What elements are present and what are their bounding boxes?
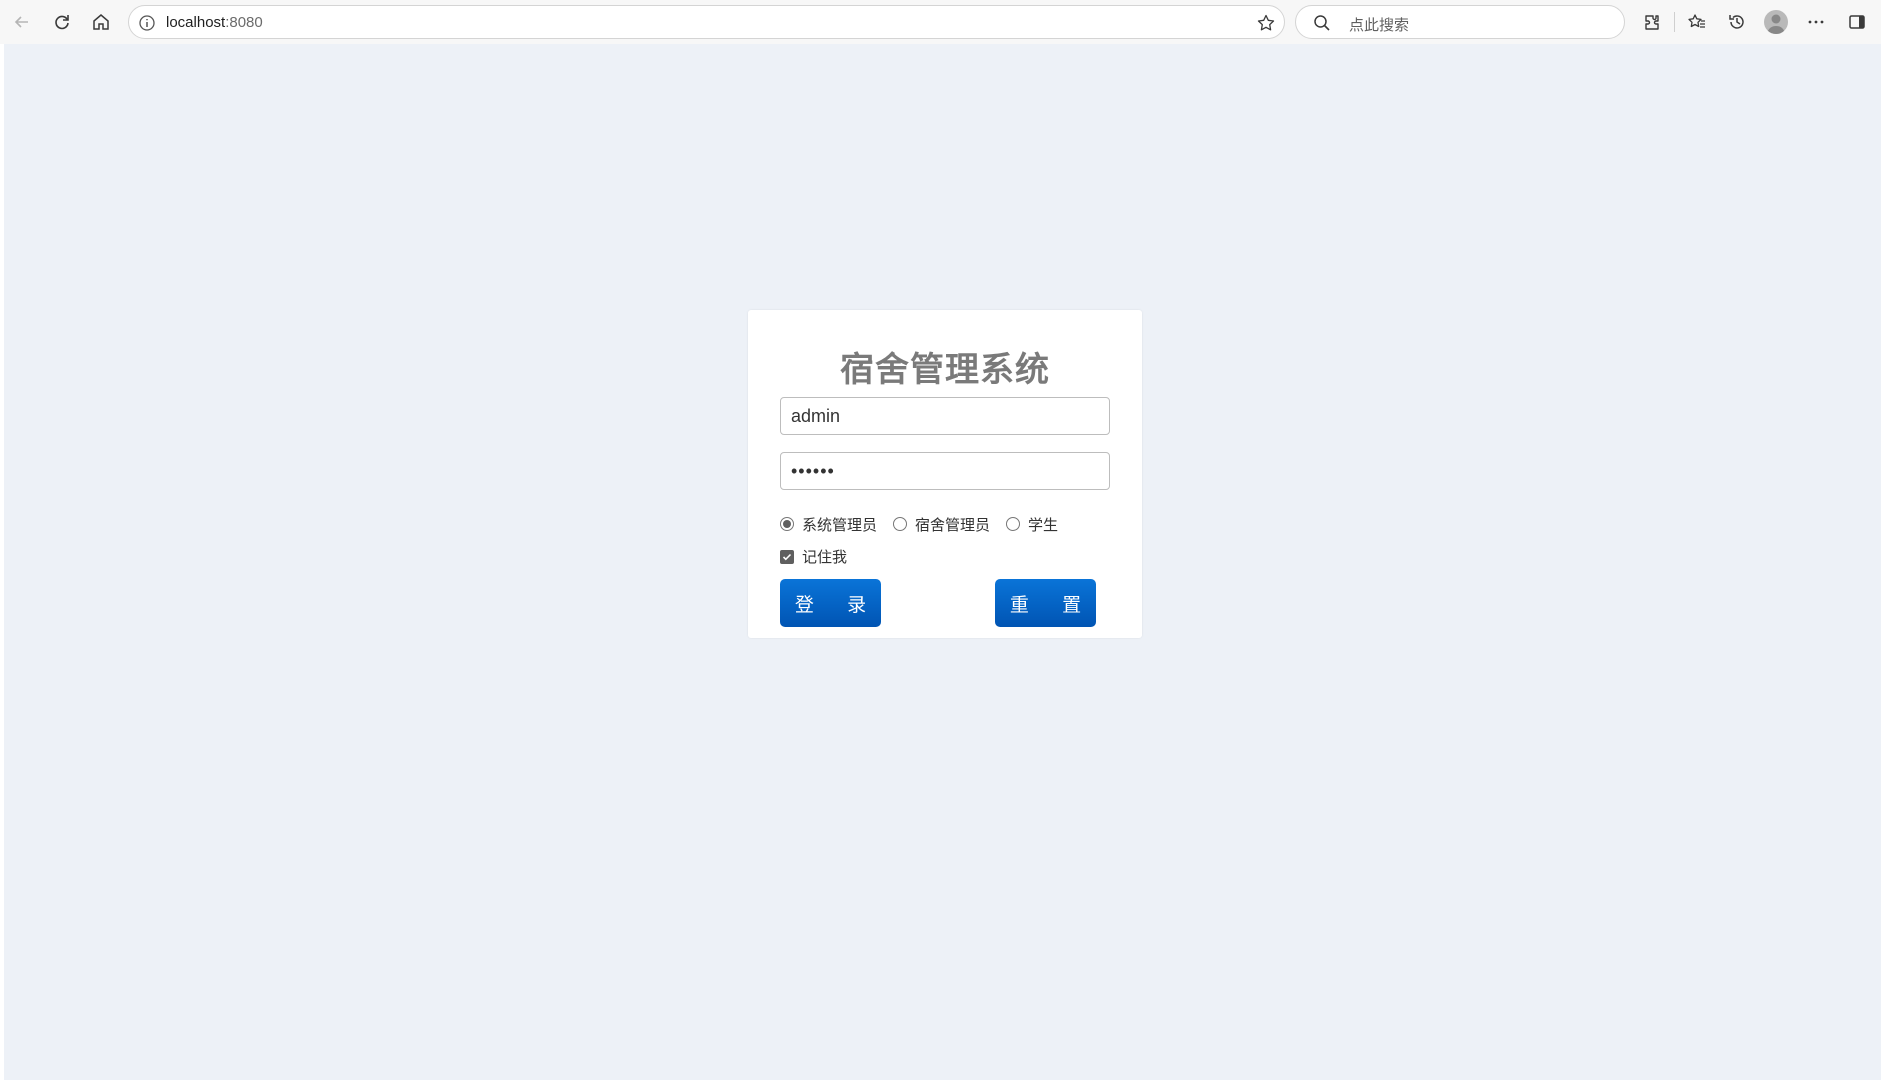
search-placeholder: 点此搜索 (1349, 16, 1410, 34)
remember-me[interactable]: 记住我 (780, 546, 847, 567)
radio-button[interactable] (1006, 517, 1021, 531)
sidebar-toggle-icon[interactable] (1843, 8, 1871, 36)
home-icon[interactable] (87, 8, 115, 36)
system-title: 宿舍管理系统 (840, 350, 1050, 390)
remember-label: 记住我 (802, 548, 848, 566)
reset-button[interactable]: 重 置 (995, 579, 1096, 627)
radio-button[interactable] (893, 517, 908, 531)
login-button[interactable]: 登 录 (780, 579, 881, 627)
radio-button[interactable] (780, 517, 794, 531)
remember-checkbox[interactable] (780, 549, 794, 564)
role-option-student[interactable]: 学生 (1006, 514, 1058, 535)
checkmark-icon (782, 553, 792, 560)
favorites-icon[interactable] (1683, 8, 1711, 36)
role-radio-group: 系统管理员 宿舍管理员 学生 (780, 513, 1074, 535)
site-info-icon[interactable] (137, 13, 157, 33)
role-label: 系统管理员 (802, 515, 878, 534)
password-input[interactable]: •••••• (780, 452, 1110, 490)
search-bar[interactable]: 点此搜索 (1295, 5, 1625, 39)
url-text: localhost:8080 (166, 14, 263, 31)
browser-toolbar: localhost:8080 点此搜索 (0, 0, 1881, 44)
more-menu-icon[interactable] (1802, 8, 1830, 36)
address-bar[interactable]: localhost:8080 (128, 5, 1285, 39)
username-input[interactable]: admin (780, 397, 1110, 435)
search-icon (1314, 15, 1330, 31)
back-icon[interactable] (8, 8, 36, 36)
role-label: 学生 (1028, 515, 1059, 534)
profile-avatar-icon[interactable] (1764, 10, 1788, 34)
favorite-star-icon[interactable] (1256, 13, 1276, 33)
history-icon[interactable] (1723, 8, 1751, 36)
refresh-icon[interactable] (48, 8, 76, 36)
page-viewport: 宿舍管理系统 admin •••••• 系统管理员 宿舍管理员 学生 记住我 登… (4, 44, 1881, 1080)
toolbar-divider (1674, 12, 1675, 32)
role-label: 宿舍管理员 (915, 515, 991, 534)
login-card: 宿舍管理系统 admin •••••• 系统管理员 宿舍管理员 学生 记住我 登… (748, 310, 1142, 638)
role-option-dorm-admin[interactable]: 宿舍管理员 (893, 514, 990, 535)
extensions-icon[interactable] (1638, 8, 1666, 36)
role-option-system-admin[interactable]: 系统管理员 (780, 514, 877, 535)
